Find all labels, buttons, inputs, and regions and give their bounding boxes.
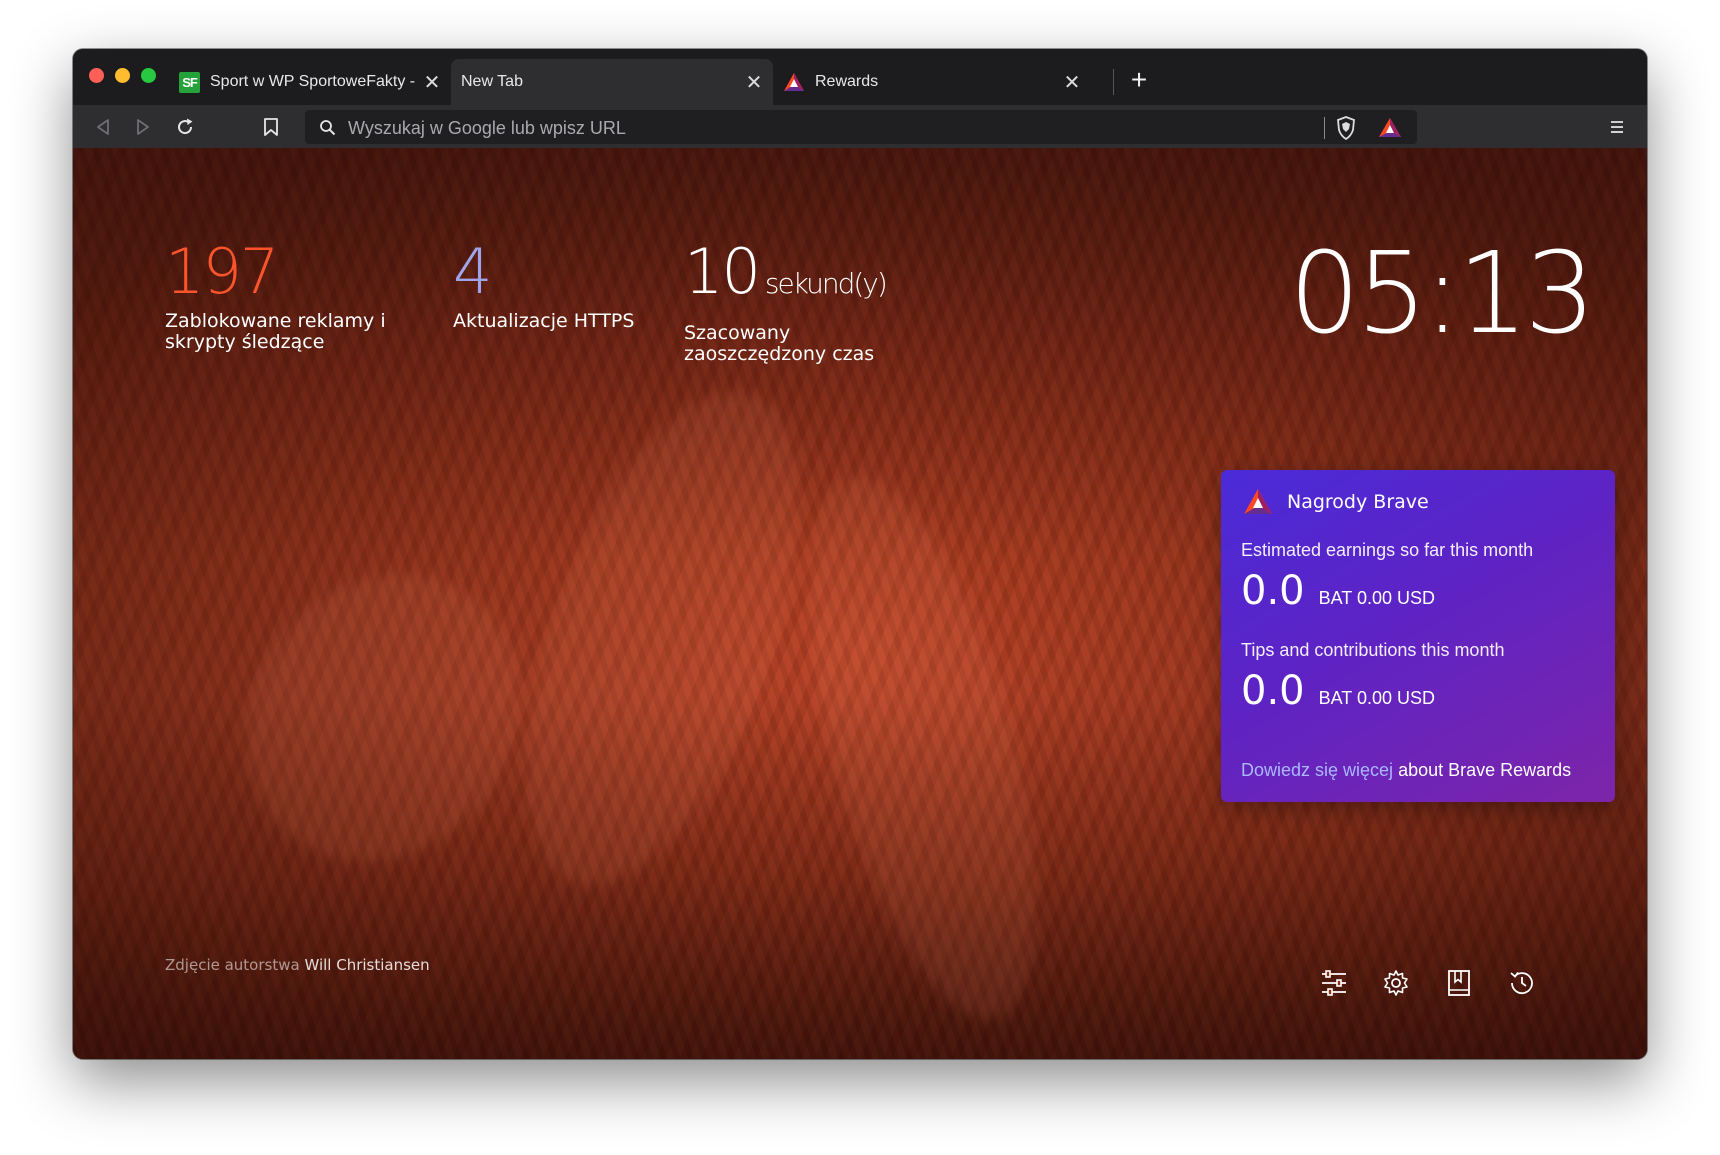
tab-divider [1113, 69, 1114, 95]
brave-shields-icon[interactable] [1335, 116, 1357, 140]
photo-credit-prefix: Zdjęcie autorstwa [165, 956, 300, 974]
maximize-window-button[interactable] [141, 68, 156, 83]
rewards-title: Nagrody Brave [1287, 490, 1429, 513]
address-bar[interactable]: Wyszukaj w Google lub wpisz URL [305, 110, 1417, 144]
earnings-amount: 0.0 BAT 0.00 USD [1241, 568, 1435, 614]
minimize-window-button[interactable] [115, 68, 130, 83]
forward-button[interactable] [129, 113, 157, 141]
trackers-blocked-label: Zablokowane reklamy i skrypty śledzące [165, 310, 386, 353]
tips-label: Tips and contributions this month [1241, 640, 1505, 660]
bat-logo-icon [1244, 489, 1272, 514]
tab-title: Rewards [815, 73, 879, 90]
earnings-value: 0.0 [1241, 568, 1305, 614]
reload-button[interactable] [171, 113, 199, 141]
tab-rewards[interactable]: Rewards ✕ [773, 59, 1091, 105]
history-icon [1510, 971, 1533, 995]
bookmark-button[interactable] [257, 113, 285, 141]
bookmark-icon [264, 118, 278, 136]
background-rock-texture [470, 356, 856, 920]
tab-title: Sport w WP SportoweFakty - wiadomości sp… [210, 73, 415, 90]
tips-unit: BAT 0.00 USD [1318, 688, 1436, 708]
settings-icon [1384, 970, 1408, 996]
address-bar-divider [1324, 117, 1325, 139]
tab-sportowefakty[interactable]: SF Sport w WP SportoweFakty - wiadomości… [169, 59, 451, 105]
main-menu-button[interactable] [1603, 113, 1631, 141]
settings-button[interactable] [1379, 966, 1413, 1000]
brave-rewards-icon[interactable] [1378, 117, 1402, 138]
close-window-button[interactable] [89, 68, 104, 83]
time-saved-count: 10 sekund(y) [684, 241, 934, 315]
bookmarks-icon [1448, 970, 1470, 996]
stat-https-upgrades: 4 Aktualizacje HTTPS [453, 241, 634, 332]
background-rock-texture [763, 454, 1083, 1042]
address-bar-placeholder: Wyszukaj w Google lub wpisz URL [348, 118, 626, 138]
close-tab-icon[interactable]: ✕ [423, 70, 441, 95]
time-saved-unit: sekund(y) [764, 267, 888, 300]
close-tab-icon[interactable]: ✕ [1063, 70, 1081, 95]
earnings-label: Estimated earnings so far this month [1241, 540, 1534, 560]
https-upgrades-label: Aktualizacje HTTPS [453, 310, 635, 332]
reload-icon [178, 118, 193, 135]
tips-value: 0.0 [1241, 668, 1305, 714]
time-saved-value: 10 [684, 235, 761, 308]
toolbar: Wyszukaj w Google lub wpisz URL [73, 105, 1647, 148]
customize-icon [1322, 970, 1346, 996]
search-icon [320, 120, 336, 136]
clock: 05:13 [1289, 229, 1596, 359]
stat-trackers-blocked: 197 Zablokowane reklamy i skrypty śledzą… [165, 241, 395, 353]
new-tab-page: 197 Zablokowane reklamy i skrypty śledzą… [73, 148, 1647, 1059]
customize-button[interactable] [1317, 966, 1351, 1000]
rewards-header: Nagrody Brave [1243, 488, 1429, 515]
learn-more-suffix: about Brave Rewards [1398, 760, 1572, 780]
tab-new-tab[interactable]: New Tab ✕ [451, 59, 773, 105]
back-button[interactable] [89, 113, 117, 141]
history-button[interactable] [1505, 966, 1539, 1000]
rewards-footer: Dowiedz się więcej about Brave Rewards [1241, 760, 1571, 781]
earnings-unit: BAT 0.00 USD [1318, 588, 1436, 608]
trackers-blocked-count: 197 [165, 235, 279, 308]
tab-title: New Tab [461, 73, 523, 90]
new-tab-button[interactable]: + [1121, 63, 1157, 99]
forward-arrow-icon [137, 119, 149, 135]
back-arrow-icon [97, 119, 109, 135]
photo-credit: Zdjęcie autorstwa Will Christiansen [165, 956, 430, 974]
stat-time-saved: 10 sekund(y) Szacowany zaoszczędzony czas [684, 241, 934, 365]
https-upgrades-count: 4 [453, 235, 492, 308]
time-saved-label: Szacowany zaoszczędzony czas [684, 322, 875, 365]
tab-strip: SF Sport w WP SportoweFakty - wiadomości… [73, 49, 1647, 105]
brave-rewards-widget: Nagrody Brave Estimated earnings so far … [1221, 470, 1615, 802]
bat-triangle-icon [784, 73, 804, 91]
close-tab-icon[interactable]: ✕ [745, 70, 763, 95]
photo-credit-author[interactable]: Will Christiansen [304, 956, 429, 974]
learn-more-link[interactable]: Dowiedz się więcej [1241, 760, 1393, 780]
browser-window: SF Sport w WP SportoweFakty - wiadomości… [73, 49, 1647, 1059]
hamburger-menu-icon [1611, 121, 1623, 133]
sportowefakty-favicon-icon: SF [179, 71, 200, 93]
bookmarks-button[interactable] [1442, 966, 1476, 1000]
background-rock-texture [190, 520, 576, 916]
tips-amount: 0.0 BAT 0.00 USD [1241, 668, 1435, 714]
